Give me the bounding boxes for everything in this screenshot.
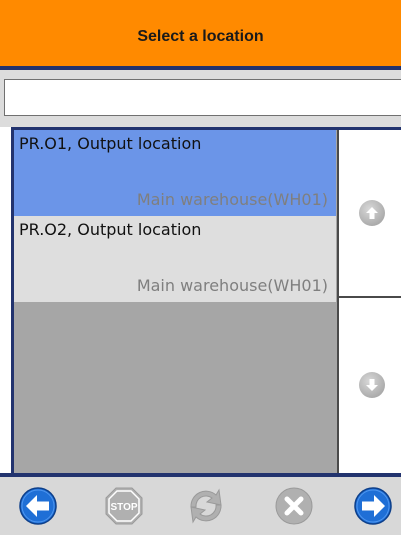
page-title: Select a location — [137, 28, 264, 45]
stop-label: STOP — [110, 502, 137, 513]
bottom-toolbar: STOP — [0, 477, 401, 535]
forward-button[interactable] — [350, 483, 396, 529]
arrow-up-circle-icon — [358, 200, 385, 226]
list-item-title: PR.O1, Output location — [19, 134, 202, 153]
scroll-up-button[interactable] — [339, 130, 401, 298]
search-input[interactable] — [4, 79, 401, 116]
refresh-button[interactable] — [183, 483, 229, 529]
stop-button[interactable]: STOP — [101, 483, 147, 529]
location-list[interactable]: PR.O1, Output location Main warehouse(WH… — [14, 130, 336, 473]
refresh-icon — [190, 488, 222, 524]
cancel-icon — [275, 487, 313, 525]
list-item-pr-o2[interactable]: PR.O2, Output location Main warehouse(WH… — [14, 216, 336, 302]
list-item-pr-o1[interactable]: PR.O1, Output location Main warehouse(WH… — [14, 130, 336, 216]
stop-icon: STOP — [105, 487, 143, 525]
list-item-subtitle: Main warehouse(WH01) — [136, 276, 328, 295]
list-item-title: PR.O2, Output location — [19, 220, 202, 239]
forward-arrow-icon — [354, 487, 392, 525]
scroll-controls — [337, 130, 401, 473]
back-arrow-icon — [19, 487, 57, 525]
arrow-down-circle-icon — [358, 372, 385, 398]
location-list-panel: PR.O1, Output location Main warehouse(WH… — [11, 127, 401, 473]
cancel-button[interactable] — [271, 483, 317, 529]
title-bar: Select a location — [0, 0, 401, 66]
scroll-down-button[interactable] — [339, 300, 401, 470]
back-button[interactable] — [15, 483, 61, 529]
list-item-subtitle: Main warehouse(WH01) — [136, 190, 328, 209]
search-bar — [0, 70, 401, 127]
